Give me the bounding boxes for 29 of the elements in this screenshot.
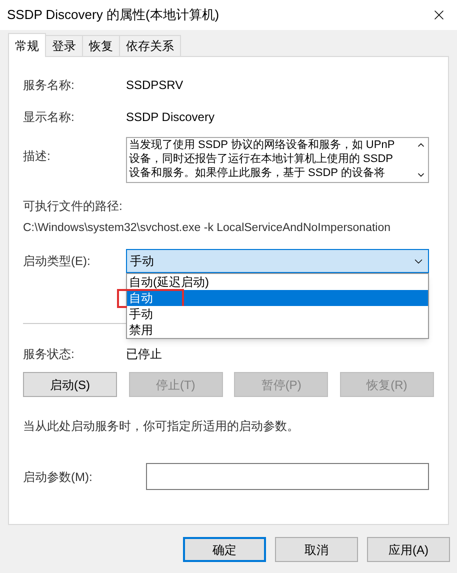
executable-path: C:\Windows\system32\svchost.exe -k LocalServiceAndNoImpersonation	[23, 221, 392, 236]
field-label: 可执行文件的路径:	[23, 198, 124, 215]
field-label: 服务名称:	[23, 77, 76, 94]
tab[interactable]: 依存关系	[119, 35, 181, 56]
dropdown-option[interactable]: 自动(延迟启动)	[127, 274, 428, 290]
field-label: 服务状态:	[23, 346, 76, 364]
hint-text: 当从此处启动服务时，你可指定所适用的启动参数。	[23, 418, 300, 436]
dialog-button[interactable]: 确定	[183, 537, 266, 562]
service-button[interactable]: 启动(S)	[23, 372, 117, 398]
dropdown-option[interactable]: 手动	[127, 306, 428, 322]
dropdown-option[interactable]: 自动	[127, 290, 428, 306]
service-status: 已停止	[126, 346, 162, 364]
field-label: 启动参数(M):	[23, 468, 94, 486]
window-title: SSDP Discovery 的属性(本地计算机)	[7, 6, 220, 24]
dialog-button[interactable]: 应用(A)	[367, 537, 450, 562]
dialog-button[interactable]: 取消	[275, 537, 358, 562]
field-label: 描述:	[23, 148, 52, 165]
tab[interactable]: 常规	[8, 33, 46, 57]
description-line: 当发现了使用 SSDP 协议的网络设备和服务，如 UPnP	[129, 138, 396, 152]
description-line: 设备，同时还报告了运行在本地计算机上使用的 SSDP	[129, 152, 394, 166]
service-name: SSDPSRV	[126, 77, 184, 94]
field-label: 启动类型(E):	[23, 253, 92, 270]
startup-type-select[interactable]: 手动	[126, 249, 429, 274]
field-label: 显示名称:	[23, 109, 76, 126]
description-line: 设备和服务。如果停止此服务，基于 SSDP 的设备将	[129, 166, 386, 180]
description-box[interactable]: 当发现了使用 SSDP 协议的网络设备和服务，如 UPnP 设备，同时还报告了运行在本地计算机上使用的 SSDP 设备和服务。如果停止此服务，基于 SSDP 的设备将	[126, 137, 429, 183]
display-name: SSDP Discovery	[126, 109, 214, 126]
start-params-field[interactable]	[146, 463, 429, 490]
dropdown-option[interactable]: 禁用	[127, 322, 428, 338]
